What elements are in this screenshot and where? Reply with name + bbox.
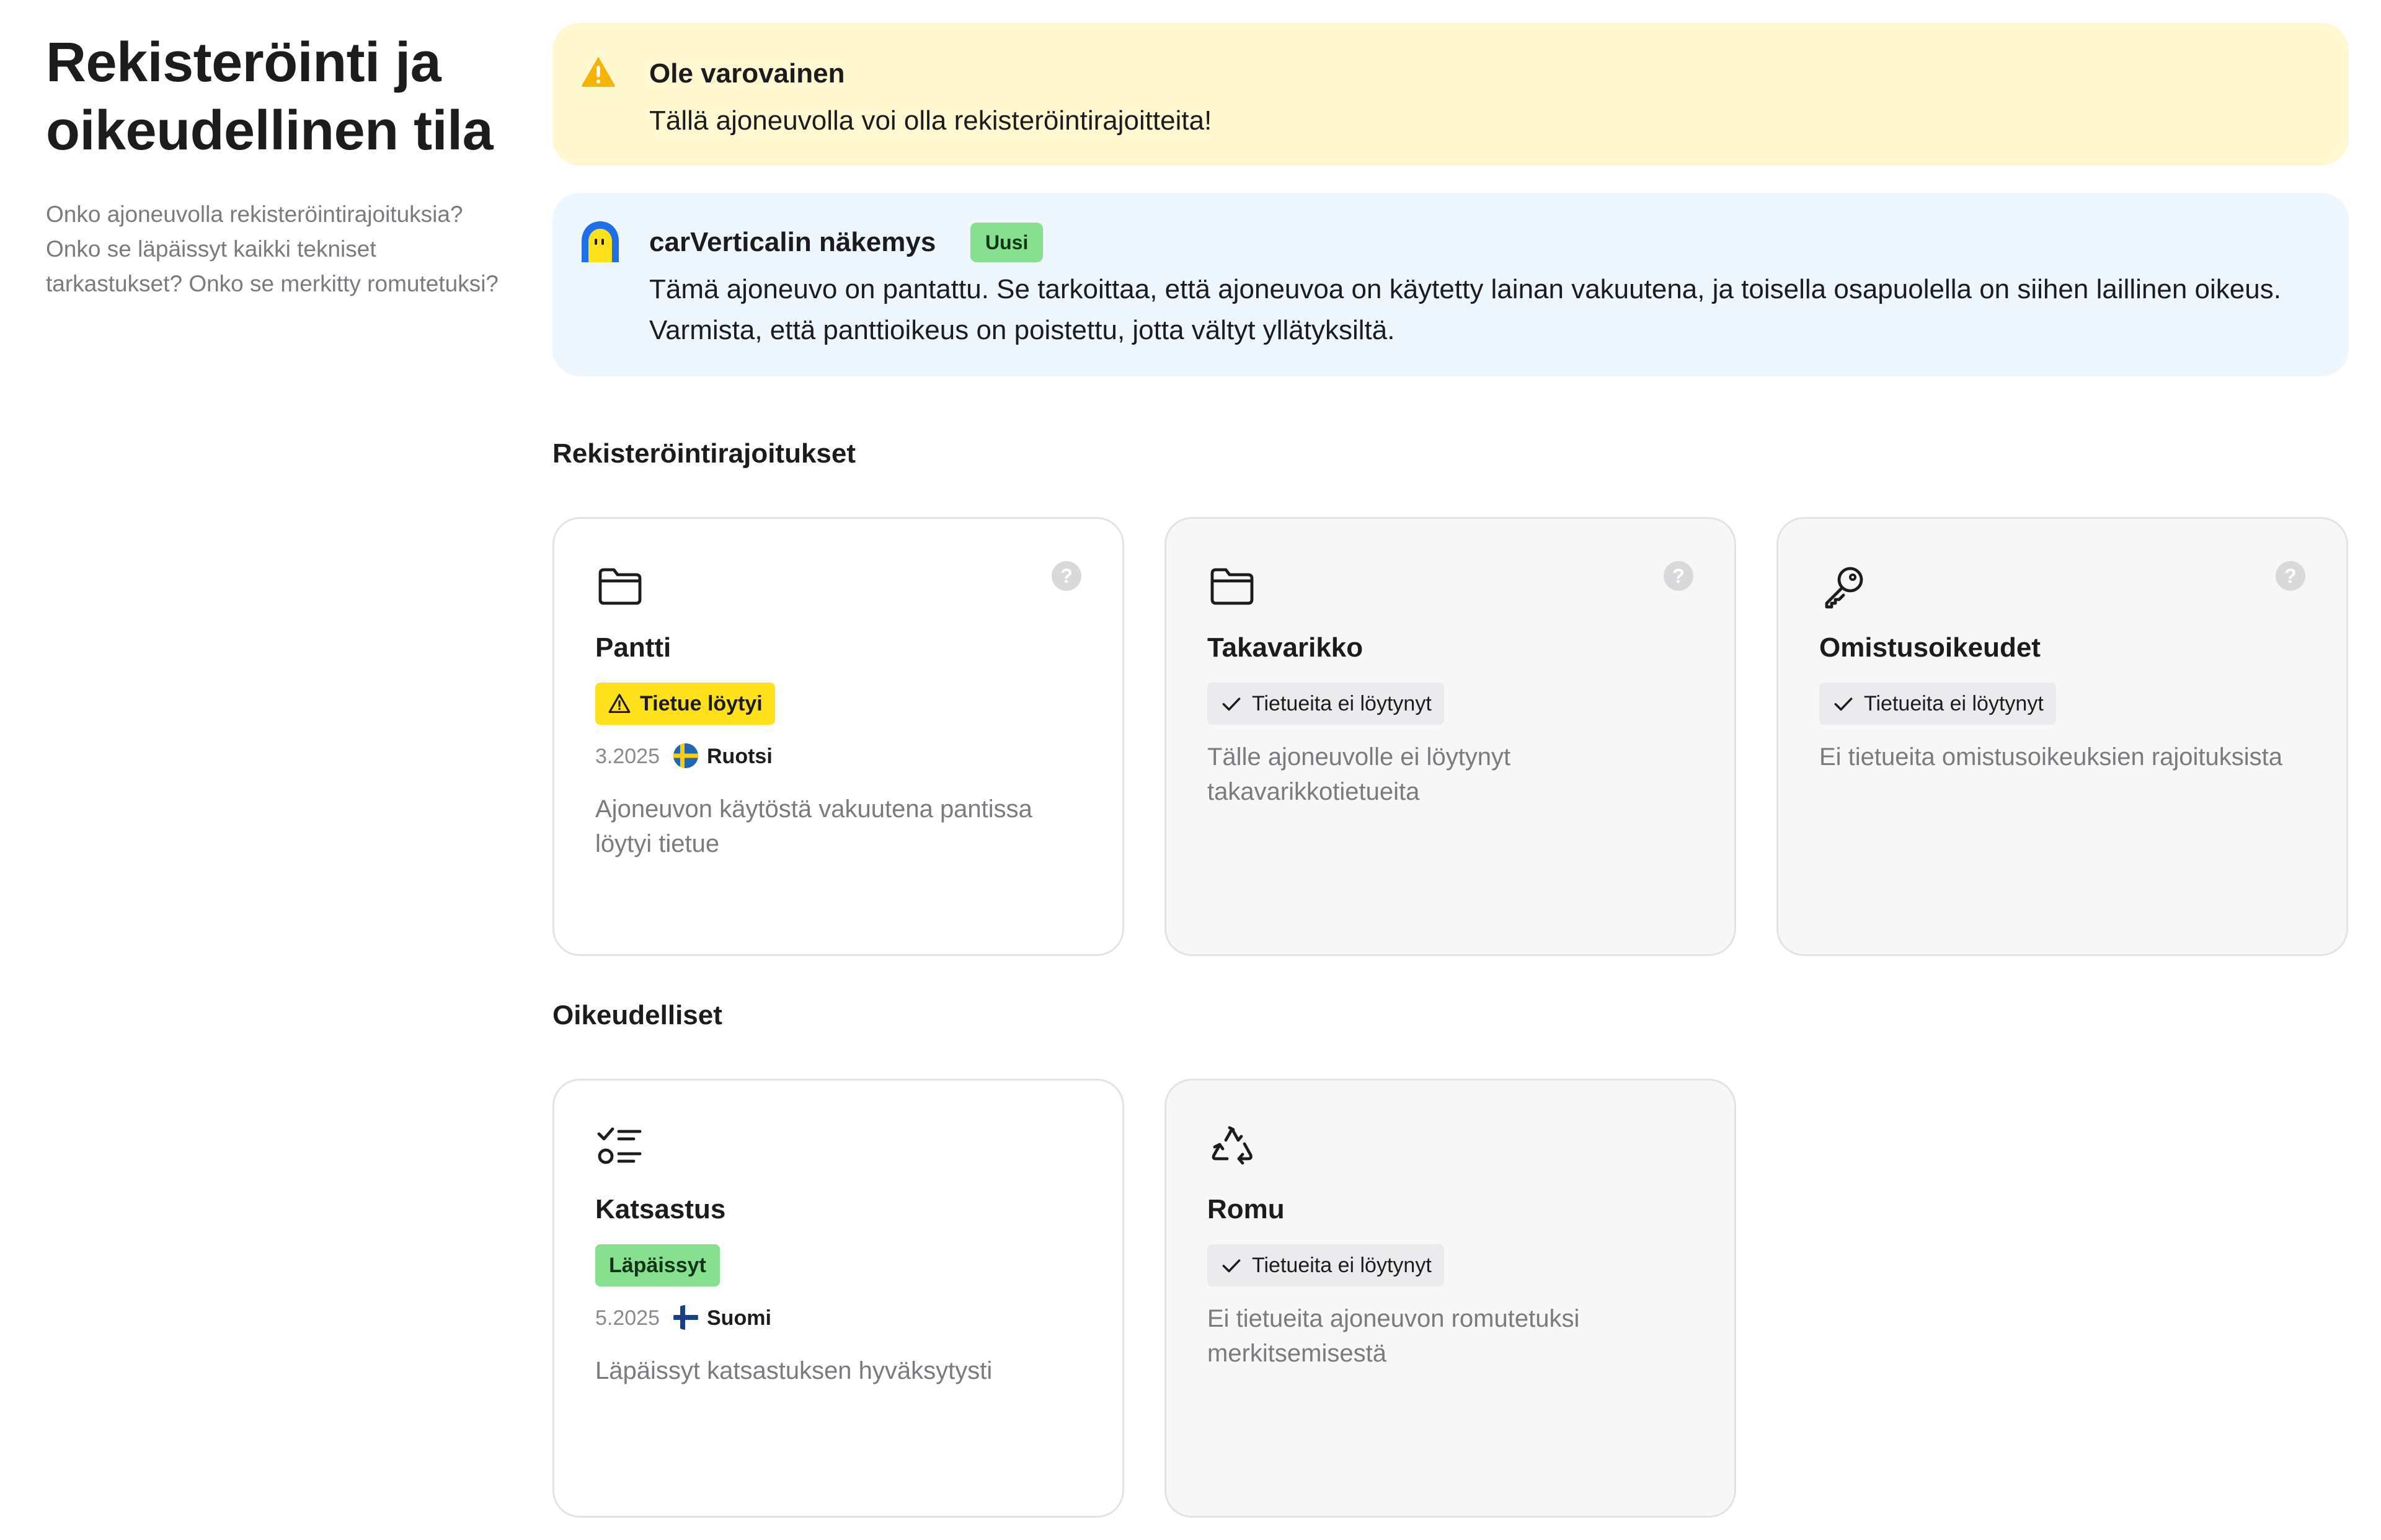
card-title: Romu: [1207, 1194, 1285, 1224]
warning-alert: Ole varovainen Tällä ajoneuvolla voi oll…: [552, 23, 2349, 166]
card-pantti[interactable]: ? Pantti Tietue löytyi 3.2025 Ruotsi Ajon…: [552, 517, 1124, 956]
card-description: Tälle ajoneuvolle ei löytynyt takavarikk…: [1207, 743, 1511, 805]
warning-alert-text: Tällä ajoneuvolla voi olla rekisteröinti…: [649, 105, 1212, 136]
folder-icon: [598, 568, 642, 605]
status-badge: Tietue löytyi: [595, 683, 775, 725]
card-description: Ei tietueita omistusoikeuksien rajoituks…: [1819, 743, 2283, 771]
status-label: Läpäissyt: [609, 1254, 706, 1277]
record-date: 3.2025: [595, 745, 660, 768]
recycle-icon: [1212, 1126, 1253, 1165]
card-title: Takavarikko: [1207, 632, 1363, 663]
card-title: Omistusoikeudet: [1819, 632, 2041, 663]
help-icon[interactable]: ?: [1052, 561, 1081, 591]
card-omistusoikeudet[interactable]: ? Omistusoikeudet Tietueita ei löytynyt …: [1776, 517, 2348, 956]
card-romu[interactable]: Romu Tietueita ei löytynyt Ei tietueita …: [1164, 1079, 1736, 1518]
intro-section: Rekisteröinti ja oikeudellinen tila Onko…: [46, 29, 505, 301]
status-label: Tietue löytyi: [640, 692, 763, 715]
main-content: Ole varovainen Tällä ajoneuvolla voi oll…: [552, 23, 2349, 376]
help-icon[interactable]: ?: [1664, 561, 1693, 591]
sweden-flag-icon: [673, 743, 698, 769]
page-title: Rekisteröinti ja oikeudellinen tila: [46, 32, 494, 162]
record-meta: 5.2025 Suomi: [595, 1303, 771, 1334]
folder-icon: [1210, 568, 1254, 605]
record-meta: 3.2025 Ruotsi: [595, 741, 773, 772]
checklist-icon: [597, 1127, 642, 1164]
status-badge: Tietueita ei löytynyt: [1819, 683, 2056, 725]
status-badge: Läpäissyt: [595, 1244, 720, 1286]
restrictions-section-title: Rekisteröintirajoitukset: [552, 438, 856, 469]
card-title: Katsastus: [595, 1194, 726, 1224]
card-katsastus[interactable]: Katsastus Läpäissyt 5.2025 Suomi Läpäissy…: [552, 1079, 1124, 1518]
card-description: Läpäissyt katsastuksen hyväksytysti: [595, 1357, 993, 1384]
warning-outline-icon: [608, 694, 631, 714]
card-title: Pantti: [595, 632, 672, 663]
warning-triangle-icon: [582, 56, 615, 87]
status-label: Tietueita ei löytynyt: [1252, 692, 1432, 715]
record-country: Ruotsi: [707, 745, 773, 768]
warning-alert-title: Ole varovainen: [649, 58, 845, 89]
status-label: Tietueita ei löytynyt: [1252, 1254, 1432, 1277]
card-description: Ei tietueita ajoneuvon romutetuksi merki…: [1207, 1305, 1580, 1367]
card-description: Ajoneuvon käytöstä vakuutena pantissa lö…: [595, 795, 1032, 857]
new-badge: Uusi: [970, 223, 1044, 262]
insight-alert-text: Tämä ajoneuvo on pantattu. Se tarkoittaa…: [649, 274, 2281, 345]
check-icon: [1222, 1259, 1241, 1273]
page-description: Onko ajoneuvolla rekisteröintirajoituksi…: [46, 201, 499, 296]
insight-alert-title: carVerticalin näkemys: [649, 227, 936, 257]
carvertical-mascot-icon: [582, 221, 619, 262]
finland-flag-icon: [673, 1305, 698, 1330]
help-icon[interactable]: ?: [2276, 561, 2305, 591]
status-label: Tietueita ei löytynyt: [1864, 692, 2044, 715]
legal-section-title: Oikeudelliset: [552, 1000, 722, 1030]
card-takavarikko[interactable]: ? Takavarikko Tietueita ei löytynyt Täll…: [1164, 517, 1736, 956]
check-icon: [1222, 697, 1241, 711]
key-icon: [1825, 567, 1863, 609]
insight-alert: carVerticalin näkemys Uusi Tämä ajoneuvo…: [552, 193, 2349, 376]
check-icon: [1834, 697, 1853, 711]
record-date: 5.2025: [595, 1306, 660, 1330]
status-badge: Tietueita ei löytynyt: [1207, 1244, 1444, 1286]
status-badge: Tietueita ei löytynyt: [1207, 683, 1444, 725]
record-country: Suomi: [707, 1306, 771, 1330]
